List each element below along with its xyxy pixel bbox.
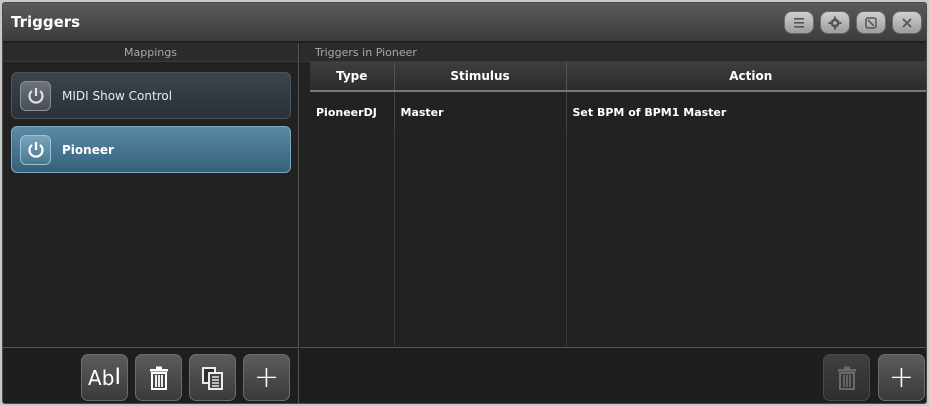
column-header-action[interactable]: Action bbox=[566, 62, 926, 92]
trash-icon bbox=[149, 366, 168, 390]
power-toggle[interactable] bbox=[20, 81, 51, 111]
mappings-header: Mappings bbox=[3, 43, 298, 62]
rename-button[interactable]: Ab I bbox=[81, 354, 128, 401]
add-mapping-button[interactable]: + bbox=[243, 354, 290, 401]
title-bar-buttons bbox=[784, 11, 922, 34]
table-row[interactable]: PioneerDJ Master Set BPM of BPM1 Master bbox=[310, 91, 926, 132]
mappings-list: MIDI Show Control Pioneer bbox=[3, 62, 298, 173]
power-icon bbox=[27, 142, 44, 158]
column-header-type[interactable]: Type bbox=[310, 62, 395, 92]
resize-button[interactable] bbox=[856, 11, 886, 34]
mapping-label: Pioneer bbox=[62, 143, 114, 157]
triggers-header: Triggers in Pioneer bbox=[300, 43, 926, 62]
cell-stimulus[interactable]: Master bbox=[394, 91, 567, 132]
triggers-window: Triggers Mappings MIDI Show Control Pion… bbox=[2, 2, 927, 404]
cell-type[interactable]: PioneerDJ bbox=[310, 91, 395, 132]
rename-label: Ab bbox=[88, 365, 115, 390]
add-icon: + bbox=[253, 360, 280, 395]
column-divider bbox=[566, 133, 567, 346]
mappings-toolbar: Ab I + bbox=[3, 347, 298, 403]
copy-icon bbox=[201, 366, 223, 390]
mapping-item-midi-show-control[interactable]: MIDI Show Control bbox=[11, 72, 291, 119]
column-header-stimulus[interactable]: Stimulus bbox=[394, 62, 567, 92]
close-icon bbox=[902, 17, 912, 28]
copy-mapping-button[interactable] bbox=[189, 354, 236, 401]
table-grid bbox=[310, 133, 926, 346]
triggers-panel: Triggers in Pioneer Type Stimulus Action… bbox=[300, 43, 926, 403]
add-trigger-button[interactable]: + bbox=[878, 354, 925, 401]
column-divider bbox=[394, 133, 395, 346]
trash-icon bbox=[837, 366, 856, 390]
text-cursor-icon: I bbox=[114, 364, 121, 390]
mapping-label: MIDI Show Control bbox=[62, 89, 173, 103]
triggers-toolbar: + bbox=[300, 347, 926, 403]
triggers-table: Type Stimulus Action PioneerDJ Master Se… bbox=[310, 62, 926, 132]
delete-mapping-button[interactable] bbox=[135, 354, 182, 401]
menu-icon bbox=[794, 17, 804, 28]
table-header-row: Type Stimulus Action bbox=[310, 62, 926, 92]
close-button[interactable] bbox=[892, 11, 922, 34]
mappings-panel: Mappings MIDI Show Control Pioneer AbI bbox=[3, 43, 299, 403]
add-icon: + bbox=[888, 360, 915, 395]
power-icon bbox=[27, 88, 44, 104]
power-toggle[interactable] bbox=[20, 135, 51, 165]
cell-action[interactable]: Set BPM of BPM1 Master bbox=[566, 91, 926, 132]
window-title: Triggers bbox=[11, 13, 81, 31]
gear-icon bbox=[828, 16, 842, 29]
settings-button[interactable] bbox=[820, 11, 850, 34]
menu-button[interactable] bbox=[784, 11, 814, 34]
mapping-item-pioneer[interactable]: Pioneer bbox=[11, 126, 291, 173]
resize-icon bbox=[865, 16, 877, 29]
delete-trigger-button[interactable] bbox=[823, 354, 870, 401]
title-bar: Triggers bbox=[3, 3, 926, 42]
